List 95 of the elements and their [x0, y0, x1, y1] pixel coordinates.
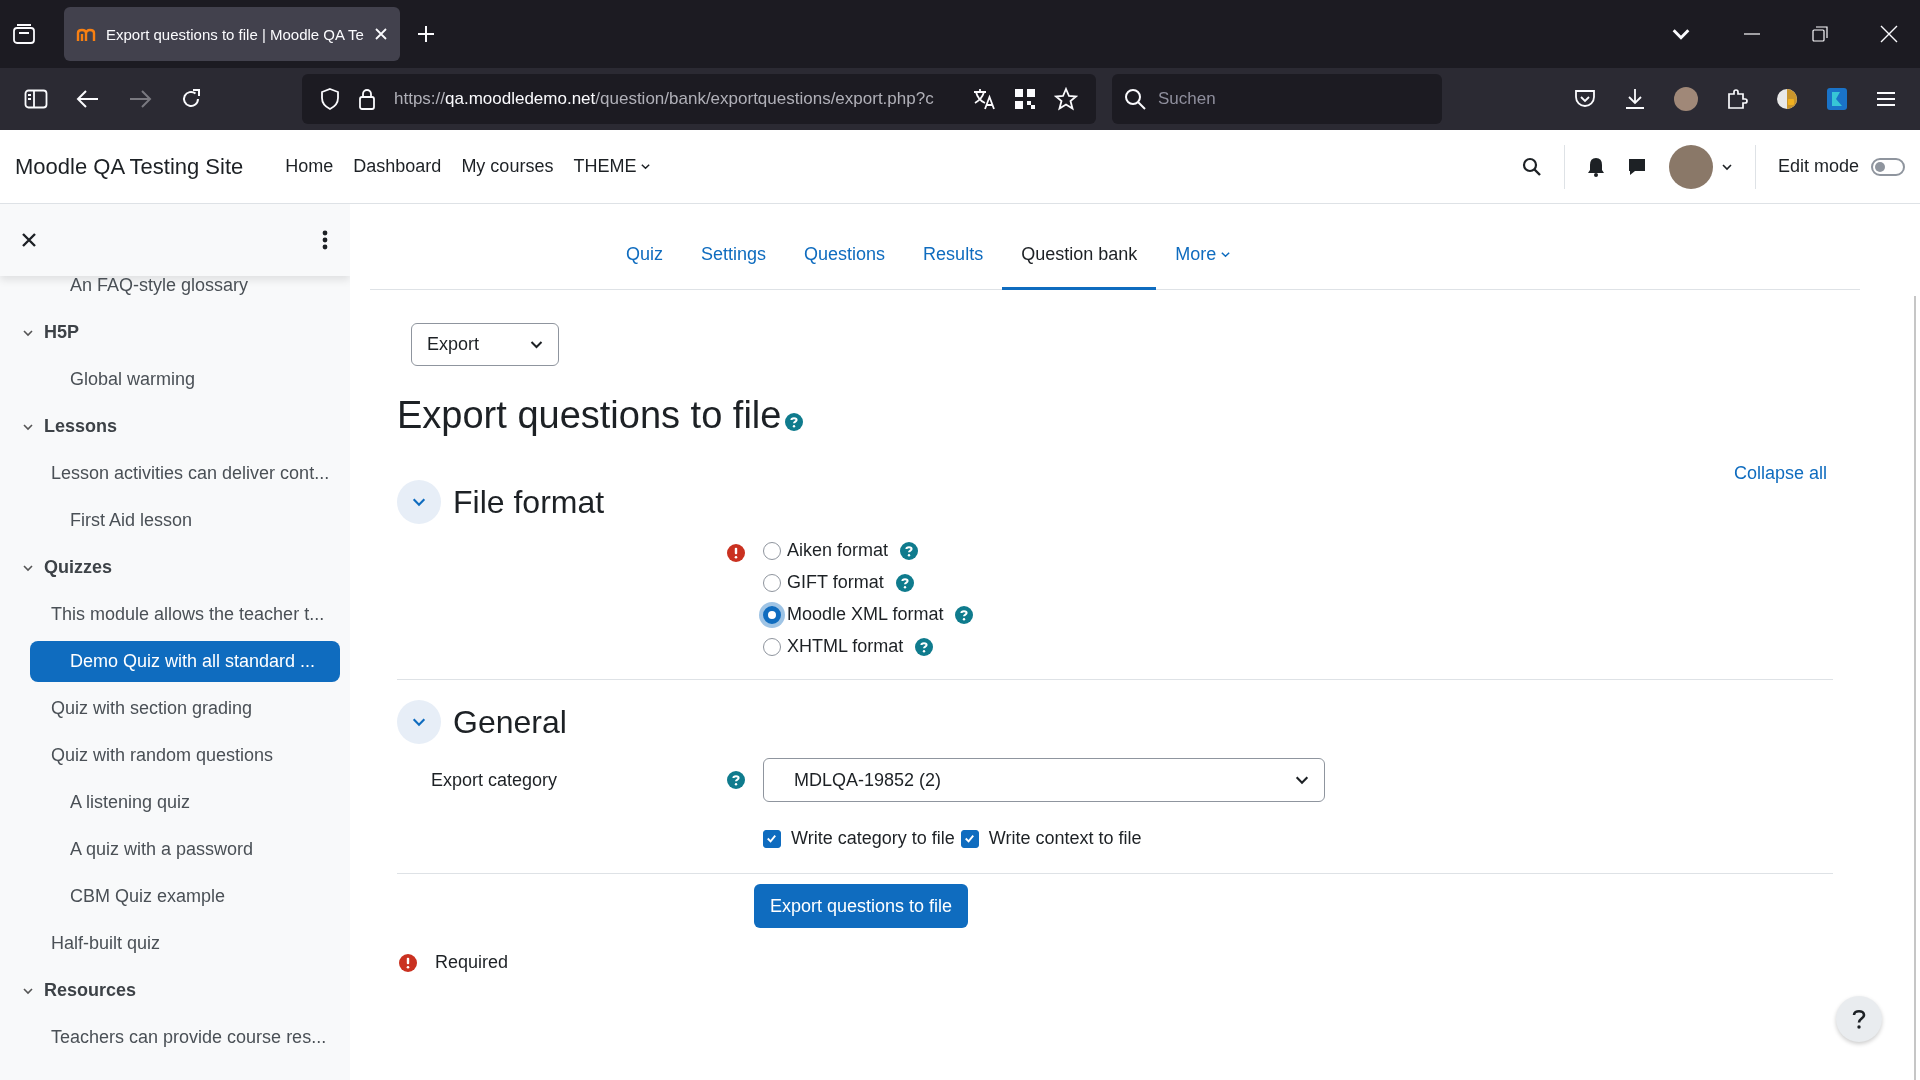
radio-button[interactable]: [763, 541, 781, 560]
url-text: https://qa.moodledemo.net/question/bank/exportquestions/export.php?c: [394, 89, 935, 109]
sidebar-item[interactable]: First Aid lesson: [0, 497, 350, 544]
extension-icon[interactable]: [1826, 87, 1848, 111]
collapse-all-link[interactable]: Collapse all: [1733, 463, 1827, 484]
page-heading: Export questions to file: [397, 394, 782, 437]
checkbox[interactable]: [960, 829, 979, 848]
tab[interactable]: Settings: [682, 204, 786, 290]
close-icon[interactable]: [22, 233, 36, 247]
required-icon: [399, 953, 417, 972]
grid-icon[interactable]: [1014, 88, 1036, 110]
help-icon[interactable]: [915, 637, 934, 656]
tab-list-icon[interactable]: [12, 23, 36, 45]
radio-label: XHTML format: [787, 636, 904, 657]
sidebar-item[interactable]: Half-built quiz: [0, 920, 350, 967]
help-icon[interactable]: [955, 605, 974, 624]
sidebar-item[interactable]: CBM Quiz example: [0, 873, 350, 920]
tab[interactable]: More: [1156, 204, 1251, 290]
radio-label: GIFT format: [787, 572, 884, 593]
tab[interactable]: Question bank: [1002, 204, 1157, 290]
logo-icon: [76, 26, 96, 42]
search-field[interactable]: Suchen: [1112, 74, 1442, 124]
browser-tab[interactable]: Export questions to file | Moodle QA Te: [64, 7, 400, 61]
category-select[interactable]: MDLQA-19852 (2): [763, 758, 1325, 802]
reload-icon[interactable]: [180, 88, 202, 110]
sidebar-item[interactable]: A listening quiz: [0, 779, 350, 826]
checkbox-label: Write category to file: [791, 828, 955, 849]
menu-icon[interactable]: [1876, 91, 1896, 107]
search-icon: [1124, 88, 1146, 110]
radio-button[interactable]: [763, 605, 781, 624]
pocket-icon[interactable]: [1574, 89, 1596, 109]
plus-icon[interactable]: [416, 24, 436, 44]
nav-link[interactable]: Home: [275, 148, 344, 185]
section-title: File format: [453, 483, 605, 521]
sidebar-icon[interactable]: [24, 89, 48, 109]
site-name[interactable]: Moodle QA Testing Site: [15, 153, 244, 180]
shield-icon[interactable]: [320, 88, 340, 110]
download-icon[interactable]: [1624, 88, 1646, 110]
section-toggle[interactable]: [397, 480, 441, 524]
section-toggle[interactable]: [397, 700, 441, 744]
checkbox-label: Write context to file: [988, 828, 1142, 849]
required-note: Required: [435, 952, 509, 973]
tab-title: Export questions to file | Moodle QA Te: [106, 25, 364, 43]
help-icon[interactable]: [727, 771, 745, 789]
kebab-menu-icon[interactable]: [322, 230, 328, 250]
help-button[interactable]: [1836, 996, 1882, 1042]
tab[interactable]: Questions: [785, 204, 905, 290]
address-bar[interactable]: https://qa.moodledemo.net/question/bank/exportquestions/export.php?c: [302, 74, 1096, 124]
search-icon[interactable]: [1521, 156, 1542, 177]
chat-icon[interactable]: [1626, 156, 1647, 177]
sidebar-item[interactable]: This module allows the teacher t...: [0, 591, 350, 638]
nav-link[interactable]: THEME: [563, 148, 662, 185]
lock-icon[interactable]: [358, 88, 376, 110]
help-icon[interactable]: [785, 413, 804, 431]
account-avatar[interactable]: [1674, 87, 1698, 111]
sidebar-item[interactable]: Quiz with random questions: [0, 732, 350, 779]
sidebar-item[interactable]: A quiz with a password: [0, 826, 350, 873]
back-arrow-icon[interactable]: [76, 89, 100, 109]
caret-icon: [1220, 249, 1232, 260]
radio-button[interactable]: [763, 573, 781, 592]
puzzle-icon[interactable]: [1726, 88, 1748, 110]
sidebar-item[interactable]: Lesson activities can deliver cont...: [0, 450, 350, 497]
sidebar-item[interactable]: Global warming: [0, 356, 350, 403]
sidebar-item[interactable]: Teachers can provide course res...: [0, 1014, 350, 1061]
tab[interactable]: Quiz: [607, 204, 682, 290]
sidebar-section[interactable]: Quizzes: [0, 544, 350, 591]
checkbox[interactable]: [763, 829, 781, 848]
bell-icon[interactable]: [1586, 156, 1605, 177]
question-mark-icon: [1851, 1008, 1867, 1030]
radio-label: Moodle XML format: [787, 604, 944, 625]
sidebar-section[interactable]: H5P: [0, 309, 350, 356]
sidebar-item[interactable]: Demo Quiz with all standard ...: [30, 641, 340, 682]
sidebar-item[interactable]: Quiz with section grading: [0, 685, 350, 732]
sidebar-section[interactable]: Resources: [0, 967, 350, 1014]
edit-mode-toggle[interactable]: [1871, 157, 1905, 176]
radio-label: Aiken format: [787, 540, 889, 561]
sidebar-item[interactable]: An FAQ-style glossary: [0, 262, 350, 309]
sidebar-section[interactable]: Lessons: [0, 403, 350, 450]
help-icon[interactable]: [895, 573, 914, 592]
restore-icon[interactable]: [1812, 26, 1828, 42]
edit-mode-label: Edit mode: [1777, 156, 1859, 177]
extension-icon[interactable]: [1776, 88, 1798, 110]
star-icon[interactable]: [1054, 87, 1078, 111]
nav-link[interactable]: Dashboard: [343, 148, 452, 185]
radio-button[interactable]: [763, 637, 781, 656]
tab[interactable]: Results: [904, 204, 1003, 290]
help-icon[interactable]: [900, 541, 919, 560]
field-label: Export category: [430, 769, 559, 791]
export-button[interactable]: Export questions to file: [754, 884, 969, 928]
caret-icon: [640, 161, 652, 172]
forward-arrow-icon: [128, 89, 152, 109]
translate-icon[interactable]: [972, 87, 996, 111]
section-title: General: [453, 703, 567, 741]
action-select[interactable]: Export: [411, 323, 559, 366]
nav-link[interactable]: My courses: [451, 148, 564, 185]
